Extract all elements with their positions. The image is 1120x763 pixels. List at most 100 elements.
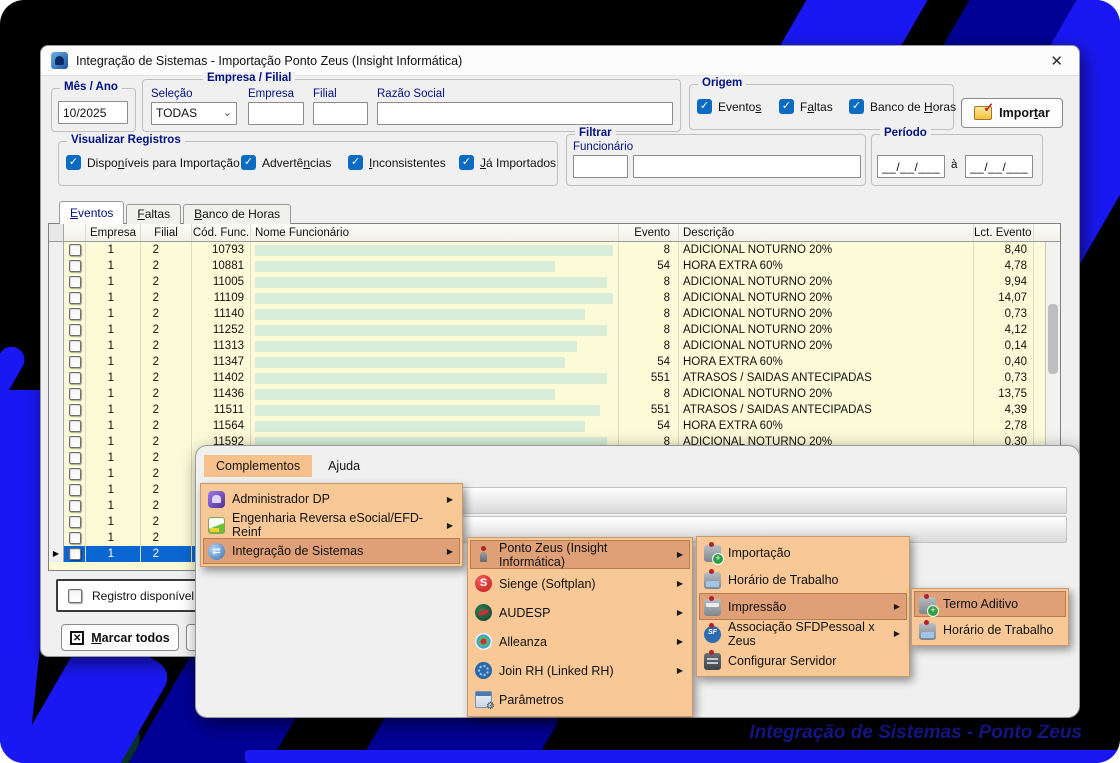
menu-item[interactable]: Ponto Zeus (Insight Informática) ▶ <box>470 540 690 569</box>
menu-item[interactable]: Horário de Trabalho <box>699 566 907 593</box>
table-row[interactable]: 1 2 11347 54 HORA EXTRA 60% 0,40 <box>49 354 1060 370</box>
table-row[interactable]: 1 2 11005 8 ADICIONAL NOTURNO 20% 9,94 <box>49 274 1060 290</box>
menu-item[interactable]: Join RH (Linked RH) ▶ <box>470 656 690 685</box>
table-row[interactable]: 1 2 11140 8 ADICIONAL NOTURNO 20% 0,73 <box>49 306 1060 322</box>
cell-lct-evento: 4,78 <box>974 258 1034 274</box>
empresa-input[interactable] <box>248 102 304 125</box>
marcar-todos-button[interactable]: ✕ Marcar todos <box>61 624 179 651</box>
row-checkbox[interactable] <box>69 452 81 464</box>
row-checkbox[interactable] <box>69 532 81 544</box>
col-header-nome-funcionario[interactable]: Nome Funcionário <box>251 224 619 241</box>
row-checkbox[interactable] <box>69 500 81 512</box>
tab-faltas[interactable]: Faltas <box>126 204 181 224</box>
col-header-evento[interactable]: Evento <box>619 224 679 241</box>
funcionario-nome-input[interactable] <box>633 155 861 178</box>
row-checkbox[interactable] <box>69 276 81 288</box>
col-header-empresa[interactable]: Empresa <box>86 224 141 241</box>
scrollbar-thumb[interactable] <box>1048 304 1058 374</box>
menu-item[interactable]: Engenharia Reversa eSocial/EFD-Reinf ▶ <box>203 512 460 538</box>
row-checkbox[interactable] <box>69 516 81 528</box>
periodo-ate-input[interactable] <box>965 155 1033 178</box>
checkbox-inconsistentes[interactable]: ✓ Inconsistentes <box>348 155 446 170</box>
menu-item[interactable]: Horário de Trabalho <box>914 617 1066 643</box>
table-row[interactable]: 1 2 10793 8 ADICIONAL NOTURNO 20% 8,40 <box>49 242 1060 258</box>
table-row[interactable]: 1 2 10881 54 HORA EXTRA 60% 4,78 <box>49 258 1060 274</box>
filial-input[interactable] <box>313 102 368 125</box>
menu-item-label: Impressão <box>728 600 786 614</box>
col-header-lct-evento[interactable]: Lct. Evento <box>974 224 1034 241</box>
close-icon[interactable]: ✕ <box>1044 52 1069 70</box>
periodo-label: Período <box>880 127 931 139</box>
row-checkbox[interactable] <box>69 420 81 432</box>
checkbox-advertencias[interactable]: ✓ Advertências <box>241 155 331 170</box>
col-header-cod-func[interactable]: Cód. Func. <box>192 224 251 241</box>
row-checkbox[interactable] <box>69 468 81 480</box>
periodo-de-input[interactable] <box>877 155 945 178</box>
menu-item[interactable]: Termo Aditivo <box>914 591 1066 617</box>
table-row[interactable]: 1 2 11252 8 ADICIONAL NOTURNO 20% 4,12 <box>49 322 1060 338</box>
row-checkbox[interactable] <box>69 436 81 448</box>
checkbox-eventos[interactable]: ✓ Eventos <box>697 99 761 114</box>
menu-item[interactable]: AUDESP ▶ <box>470 598 690 627</box>
cell-lct-evento: 0,40 <box>974 354 1034 370</box>
menu-complementos[interactable]: Complementos <box>204 455 312 477</box>
menu-item[interactable]: Alleanza ▶ <box>470 627 690 656</box>
menu-item[interactable]: Administrador DP ▶ <box>203 486 460 512</box>
menu-item[interactable]: Sienge (Softplan) ▶ <box>470 569 690 598</box>
row-checkbox[interactable] <box>69 388 81 400</box>
tab-eventos[interactable]: Eventos <box>59 201 124 224</box>
menu-item-label: Termo Aditivo <box>943 597 1018 611</box>
col-header-descricao[interactable]: Descrição <box>679 224 974 241</box>
importar-button[interactable]: Importar <box>961 98 1063 128</box>
table-row[interactable]: 1 2 11564 54 HORA EXTRA 60% 2,78 <box>49 418 1060 434</box>
razao-social-input[interactable] <box>377 102 673 125</box>
app-icon <box>51 52 68 69</box>
checkbox-banco-horas[interactable]: ✓ Banco de Horas <box>849 99 956 114</box>
table-row[interactable]: 1 2 11313 8 ADICIONAL NOTURNO 20% 0,14 <box>49 338 1060 354</box>
selecao-combobox[interactable]: TODAS ⌄ <box>151 102 237 125</box>
checked-box-icon: ✕ <box>70 631 84 645</box>
table-row[interactable]: 1 2 11402 551 ATRASOS / SAIDAS ANTECIPAD… <box>49 370 1060 386</box>
funcionario-codigo-input[interactable] <box>573 155 628 178</box>
row-checkbox[interactable] <box>69 324 81 336</box>
checkbox-faltas[interactable]: ✓ Faltas <box>779 99 833 114</box>
checkbox-disponiveis[interactable]: ✓ Disponíveis para Importação <box>66 155 240 170</box>
filtrar-label: Filtrar <box>575 127 616 139</box>
menu-item[interactable]: Importação <box>699 539 907 566</box>
row-checkbox[interactable] <box>69 548 81 560</box>
tab-banco-de-horas[interactable]: Banco de Horas <box>183 204 291 224</box>
row-checkbox[interactable] <box>69 340 81 352</box>
menu-item[interactable]: Impressão ▶ <box>699 593 907 620</box>
cell-evento: 8 <box>619 306 679 322</box>
checkbox-ja-importados[interactable]: ✓ Já Importados <box>459 155 556 170</box>
table-row[interactable]: 1 2 11436 8 ADICIONAL NOTURNO 20% 13,75 <box>49 386 1060 402</box>
cell-filial: 2 <box>141 242 192 258</box>
menu-item[interactable]: Integração de Sistemas ▶ <box>203 538 460 564</box>
redacted-name <box>255 405 600 416</box>
cell-filial: 2 <box>141 466 192 482</box>
table-row[interactable]: 1 2 11109 8 ADICIONAL NOTURNO 20% 14,07 <box>49 290 1060 306</box>
mes-ano-input[interactable] <box>58 101 128 124</box>
row-checkbox[interactable] <box>69 292 81 304</box>
menu-item[interactable]: Configurar Servidor <box>699 647 907 674</box>
row-checkbox[interactable] <box>69 484 81 496</box>
row-checkbox[interactable] <box>69 356 81 368</box>
cell-descricao: HORA EXTRA 60% <box>679 258 974 274</box>
row-checkbox[interactable] <box>69 404 81 416</box>
col-header-filial[interactable]: Filial <box>141 224 192 241</box>
row-checkbox[interactable] <box>69 372 81 384</box>
cell-evento: 8 <box>619 290 679 306</box>
menu-ajuda[interactable]: Ajuda <box>316 455 372 477</box>
row-checkbox[interactable] <box>69 260 81 272</box>
redacted-name <box>255 421 585 432</box>
menu-item[interactable]: Associação SFDPessoal x Zeus ▶ <box>699 620 907 647</box>
periodo-separator: à <box>951 159 957 171</box>
menu-item[interactable]: Parâmetros <box>470 685 690 714</box>
menu-item-icon <box>475 691 492 708</box>
row-checkbox[interactable] <box>69 308 81 320</box>
cell-empresa: 1 <box>86 482 141 498</box>
cell-descricao: ADICIONAL NOTURNO 20% <box>679 322 974 338</box>
row-checkbox[interactable] <box>69 244 81 256</box>
table-row[interactable]: 1 2 11511 551 ATRASOS / SAIDAS ANTECIPAD… <box>49 402 1060 418</box>
complementos-dropdown: Administrador DP ▶ Engenharia Reversa eS… <box>200 483 463 567</box>
